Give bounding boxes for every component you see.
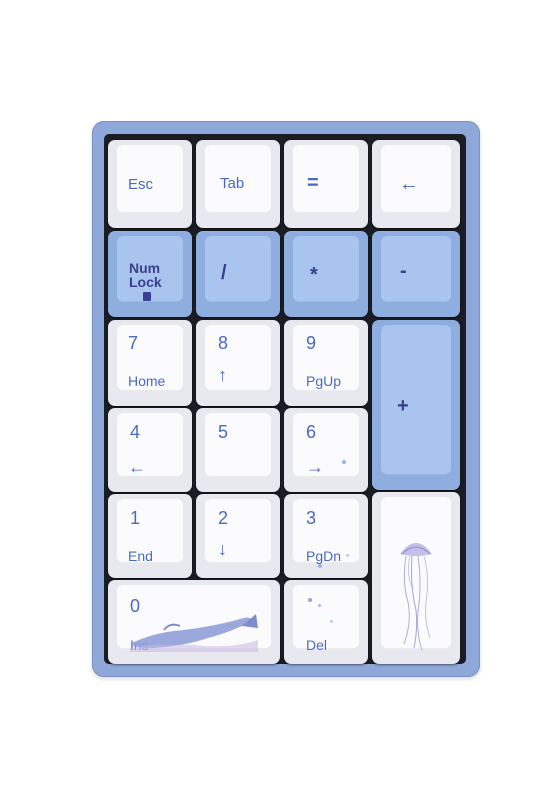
droplet-decoration <box>342 460 346 464</box>
key-esc[interactable]: Esc <box>108 140 192 228</box>
key-backspace-arrow: ← <box>399 173 419 195</box>
key-star-label: * <box>310 264 318 286</box>
key-7[interactable]: 7 Home <box>108 320 192 406</box>
droplet-decoration <box>308 598 312 602</box>
key-plus[interactable]: + <box>372 320 460 490</box>
key-numlock-label-2: Lock <box>129 274 162 290</box>
droplet-decoration <box>318 564 322 568</box>
key-7-number: 7 <box>128 333 139 353</box>
jellyfish-illustration <box>400 543 432 651</box>
key-4-number: 4 <box>130 422 141 442</box>
whale-illustration <box>130 614 258 652</box>
key-1-sublabel: End <box>128 548 153 564</box>
left-arrow-icon: ← <box>128 457 146 477</box>
key-numlock[interactable]: Num Lock <box>108 231 192 317</box>
numlock-indicator-icon <box>143 292 151 301</box>
key-6[interactable]: 6 → <box>284 408 368 492</box>
key-0[interactable]: 0 Ins <box>108 580 280 664</box>
key-4[interactable]: 4 ← <box>108 408 192 492</box>
key-del-label: Del <box>306 637 328 653</box>
key-9-number: 9 <box>306 333 317 353</box>
down-arrow-icon: ↓ <box>218 539 227 559</box>
key-enter[interactable] <box>372 492 460 664</box>
key-equals[interactable]: = <box>284 140 368 228</box>
key-minus-label: - <box>400 260 407 282</box>
key-numlock-label-1: Num <box>129 260 161 276</box>
key-tab[interactable]: Tab <box>196 140 280 228</box>
key-equals-label: = <box>307 172 319 194</box>
key-tab-label: Tab <box>220 175 245 192</box>
key-backspace[interactable]: ← <box>372 140 460 228</box>
key-2[interactable]: 2 ↓ <box>196 494 280 578</box>
key-8-number: 8 <box>218 333 229 353</box>
key-5[interactable]: 5 <box>196 408 280 492</box>
key-minus[interactable]: - <box>372 231 460 317</box>
key-1[interactable]: 1 End <box>108 494 192 578</box>
key-plus-label: + <box>397 395 409 417</box>
key-3-number: 3 <box>306 508 317 528</box>
up-arrow-icon: ↑ <box>218 365 227 385</box>
key-star[interactable]: * <box>284 231 368 317</box>
droplet-decoration <box>346 554 349 557</box>
key-slash[interactable]: / <box>196 231 280 317</box>
key-2-number: 2 <box>218 508 229 528</box>
key-7-sublabel: Home <box>128 373 166 389</box>
key-9-sublabel: PgUp <box>306 373 342 389</box>
key-5-number: 5 <box>218 422 229 442</box>
droplet-decoration <box>330 620 333 623</box>
key-8[interactable]: 8 ↑ <box>196 320 280 406</box>
droplet-decoration <box>318 604 321 607</box>
key-slash-label: / <box>221 262 227 284</box>
key-3[interactable]: 3 PgDn <box>284 494 368 578</box>
key-1-number: 1 <box>130 508 141 528</box>
key-del[interactable]: Del <box>284 580 368 664</box>
key-6-number: 6 <box>306 422 317 442</box>
key-3-sublabel: PgDn <box>306 548 342 564</box>
right-arrow-icon: → <box>306 457 324 477</box>
key-esc-label: Esc <box>128 176 154 193</box>
key-9[interactable]: 9 PgUp <box>284 320 368 406</box>
